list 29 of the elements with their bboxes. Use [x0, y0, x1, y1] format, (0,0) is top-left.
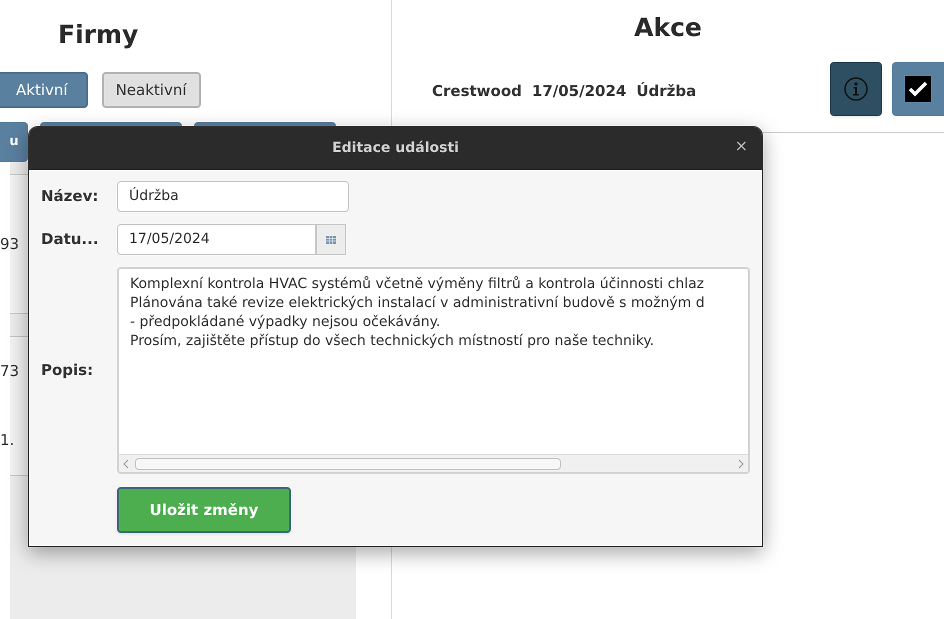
field-label: Popis:	[41, 360, 94, 382]
horizontal-scrollbar[interactable]	[119, 454, 748, 472]
info-button[interactable]	[830, 62, 882, 116]
info-icon	[843, 76, 869, 102]
close-button[interactable]: ×	[734, 138, 748, 154]
calendar-button[interactable]	[316, 224, 346, 255]
card-text: 93	[0, 234, 20, 255]
event-date: 17/05/2024	[532, 81, 626, 102]
scrollbar-thumb[interactable]	[135, 458, 561, 470]
scroll-left-icon[interactable]	[123, 458, 129, 468]
name-field[interactable]: Údržba	[117, 181, 349, 212]
field-label: Datu...	[41, 229, 100, 250]
calendar-icon	[326, 236, 336, 244]
date-field[interactable]: 17/05/2024	[117, 224, 316, 255]
event-name: Údržba	[636, 81, 696, 102]
description-field[interactable]: Komplexní kontrola HVAC systémů včetně výměny filtrů a kontrola účinnosti chlaz Plánována také revize elektrických instalací v administrativní budově s možným d - předpokládané výpadky nejsou očekávány. Prosím, zajištěte přístup do všech technických místností pro naše techniky.	[117, 267, 750, 474]
panel-title: Akce	[634, 12, 702, 44]
check-icon	[905, 76, 931, 102]
filter-button[interactable]: Aktivní	[0, 72, 88, 108]
action-button[interactable]: u	[0, 122, 28, 162]
scroll-right-icon[interactable]	[738, 458, 744, 468]
field-label: Název:	[41, 186, 100, 208]
dialog-title: Editace události	[332, 139, 459, 158]
confirm-button[interactable]	[892, 62, 944, 116]
panel-title: Firmy	[58, 19, 138, 52]
card-text: 1.	[0, 430, 14, 452]
event-company: Crestwood	[432, 81, 522, 102]
filter-button[interactable]: Neaktivní	[102, 72, 200, 108]
card-text: 73	[0, 361, 20, 382]
